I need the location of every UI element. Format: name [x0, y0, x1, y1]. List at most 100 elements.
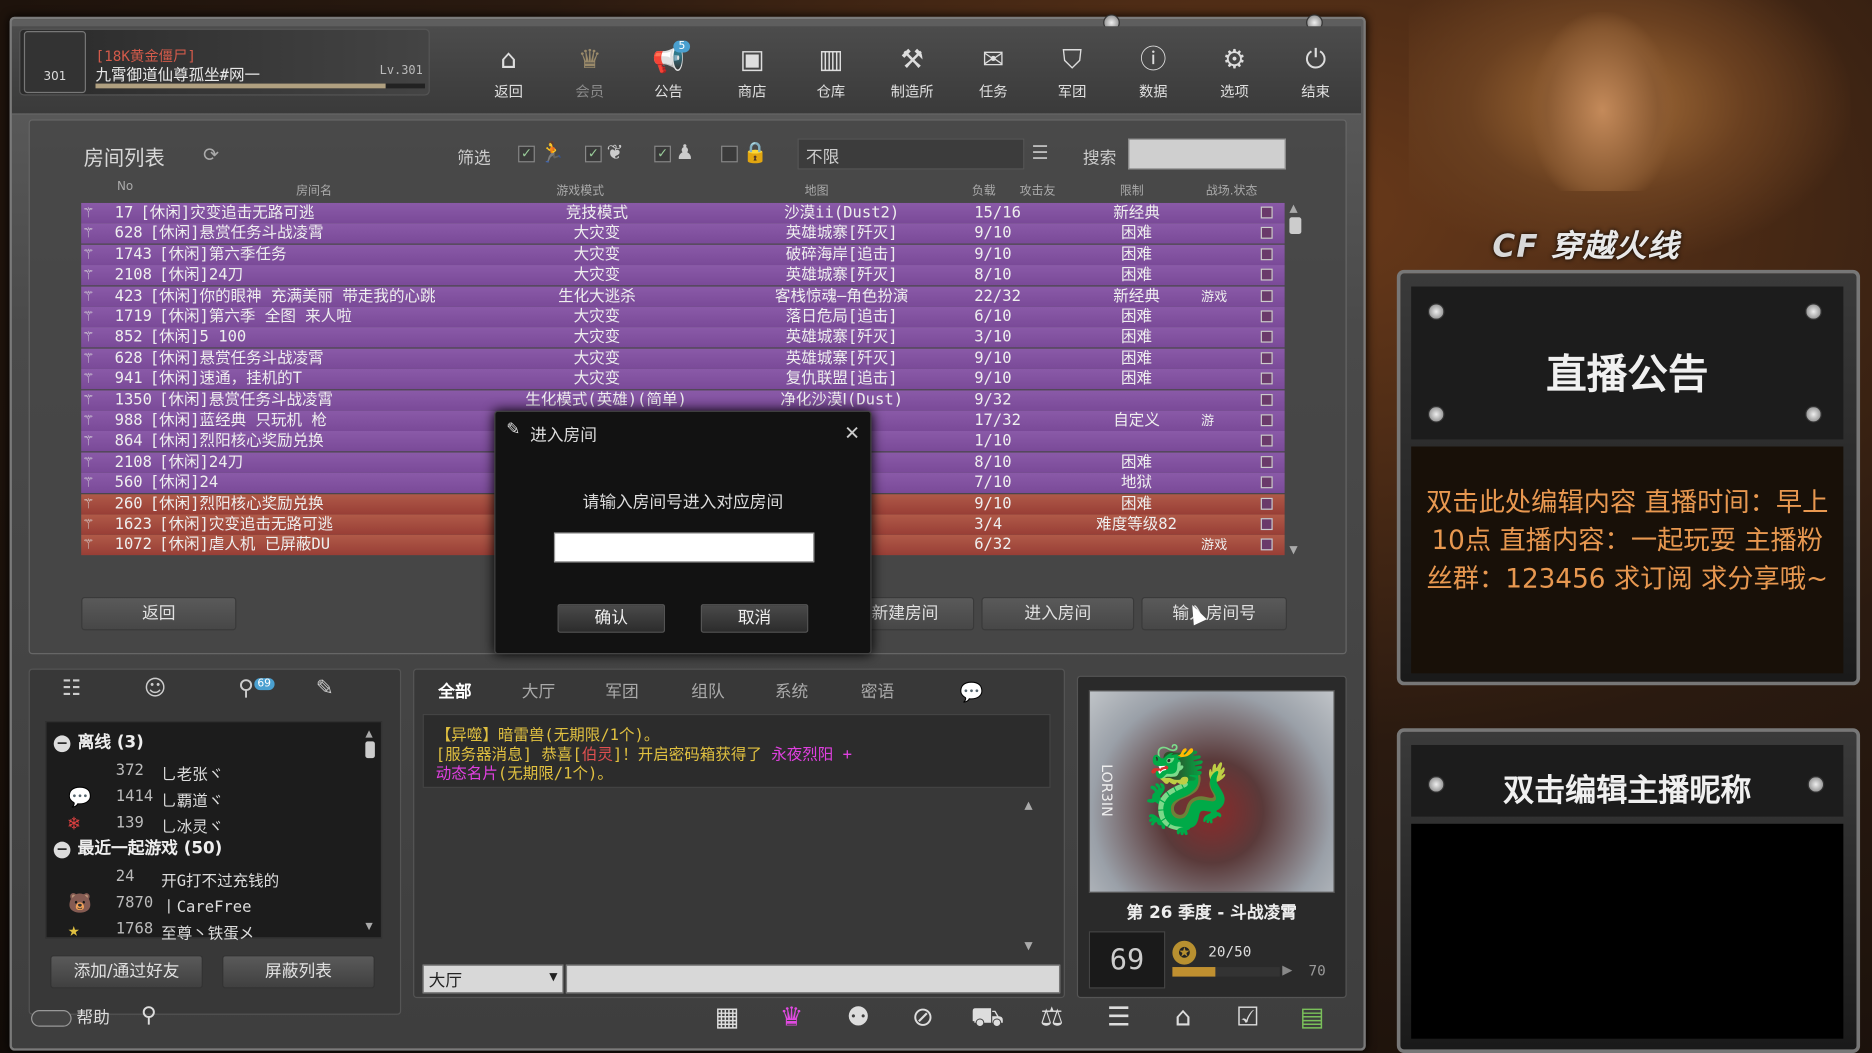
nav-home-button[interactable]: ⌂ 返回	[475, 45, 542, 105]
cancel-button[interactable]: 取消	[700, 604, 809, 633]
room-select-checkbox[interactable]	[1260, 310, 1273, 323]
sliders-icon[interactable]: ☰	[1032, 141, 1049, 164]
chat-scroll-up-icon[interactable]: ▲	[1024, 800, 1032, 812]
block-list-button[interactable]: 屏蔽列表	[222, 955, 375, 989]
chat-tab[interactable]: 系统	[750, 678, 834, 707]
nav-data-button[interactable]: ⓘ 数据	[1120, 45, 1187, 105]
table-row[interactable]: ⚚ 1743 [休闲]第六季任务 大灾变 破碎海岸[追击] 9/10 困难	[81, 244, 1285, 265]
table-row[interactable]: ⚚ 852 [休闲]5 100 大灾变 英雄城寨[歼灭] 3/10 困难	[81, 327, 1285, 348]
room-select-checkbox[interactable]	[1260, 435, 1273, 447]
scale-icon[interactable]: ⚖	[1034, 1003, 1070, 1036]
nav-clan-button[interactable]: ⛉ 军团	[1039, 45, 1106, 105]
list-item[interactable]: 💬 1414 乚覇道ヾ	[47, 783, 367, 811]
room-select-checkbox[interactable]	[1260, 455, 1273, 468]
filter-checkbox-locked[interactable]	[721, 145, 738, 163]
compass-icon[interactable]: ⊘	[905, 1003, 941, 1036]
refresh-icon[interactable]: ⟳	[203, 143, 219, 166]
chat-channel-select[interactable]: 大厅 ▼	[422, 964, 564, 994]
nav-crown-button[interactable]: ♛ 会员	[556, 45, 623, 105]
table-row[interactable]: ⚚ 628 [休闲]悬赏任务斗战凌霄 大灾变 英雄城寨[歼灭] 9/10 困难	[81, 223, 1285, 245]
table-row[interactable]: ⚚ 423 [休闲]你的眼神 充满美丽 带走我的心跳 生化大逃杀 客栈惊魂—角色扮演 22…	[81, 286, 1285, 307]
edit-icon[interactable]: ✎	[298, 676, 351, 707]
table-row[interactable]: ⚚ 1719 [休闲]第六季 全图 来人啦 大灾变 落日危局[追击] 6/10 困难	[81, 306, 1285, 328]
list-icon[interactable]: ☷	[45, 676, 98, 707]
house-icon[interactable]: ⌂	[1165, 1003, 1201, 1036]
enter-room-number-button[interactable]: 输入房间号	[1141, 596, 1288, 631]
calendar-icon[interactable]: ▦	[709, 1003, 745, 1036]
room-select-checkbox[interactable]	[1260, 248, 1273, 261]
chat-input[interactable]	[565, 964, 1061, 994]
scroll-up-icon[interactable]: ▲	[365, 728, 375, 739]
friend-group-header[interactable]: − 离线 (3)	[53, 729, 364, 753]
check-calendar-icon[interactable]: ☑	[1230, 1003, 1266, 1036]
limit-select[interactable]: 不限	[797, 138, 1025, 170]
nav-craft-button[interactable]: ⚒ 制造所	[879, 45, 946, 105]
table-row[interactable]: ⚚ 2108 [休闲]24刀 大灾变 英雄城寨[歼灭] 8/10 困难	[81, 265, 1285, 286]
room-search-input[interactable]	[1128, 138, 1286, 170]
room-select-checkbox[interactable]	[1260, 393, 1273, 406]
scroll-down-icon[interactable]: ▼	[365, 920, 372, 931]
scroll-thumb[interactable]	[365, 741, 375, 759]
character-icon[interactable]: ⚉	[840, 1003, 876, 1036]
chat-bubble-icon[interactable]: 💬	[960, 681, 989, 704]
room-select-checkbox[interactable]	[1260, 518, 1273, 531]
list-item[interactable]: ★ 1768 至尊丶铁蛋メ	[47, 916, 367, 943]
table-row[interactable]: ⚚ 941 [休闲]速通，挂机的T 大灾变 复仇联盟[追击] 9/10 困难	[81, 369, 1285, 390]
chat-tab[interactable]: 大厅	[497, 678, 581, 707]
room-list-scrollbar[interactable]: ▲ ▼	[1289, 203, 1302, 556]
list-item[interactable]: 🐻 7870 丨CareFree	[47, 889, 367, 917]
table-row[interactable]: ⚚ 17 [休闲]灾变追击无路可逃 竞技模式 沙漠ii(Dust2) 15/16 新经典	[81, 202, 1285, 224]
add-friend-button[interactable]: 添加/通过好友	[50, 955, 203, 989]
collapse-icon[interactable]: −	[53, 841, 71, 859]
friends-search-icon[interactable]: ⚲ 69	[220, 676, 275, 707]
nav-gear-button[interactable]: ⚙ 选项	[1201, 45, 1268, 105]
close-icon[interactable]: ✕	[844, 421, 860, 444]
chat-tab[interactable]: 全部	[413, 678, 497, 707]
mall-icon[interactable]: ♛	[774, 1003, 810, 1036]
room-number-input[interactable]	[553, 532, 815, 563]
scroll-up-icon[interactable]: ▲	[1289, 203, 1301, 215]
room-select-checkbox[interactable]	[1260, 268, 1273, 281]
cart-icon[interactable]: ⛟	[969, 1003, 1005, 1036]
chat-tab[interactable]: 密语	[836, 678, 920, 707]
room-select-checkbox[interactable]	[1260, 351, 1273, 364]
list-item[interactable]: ❄ 139 乚冰灵ヾ	[47, 809, 367, 837]
friends-scrollbar[interactable]: ▲ ▼	[365, 728, 375, 931]
help-toggle[interactable]: 帮助	[31, 1005, 110, 1029]
room-select-checkbox[interactable]	[1260, 372, 1273, 385]
group-icon[interactable]: ☺	[129, 676, 182, 707]
checklist-icon[interactable]: ☰	[1101, 1003, 1137, 1036]
chat-tab[interactable]: 组队	[666, 678, 750, 707]
room-select-checkbox[interactable]	[1260, 414, 1273, 427]
room-select-checkbox[interactable]	[1260, 206, 1273, 219]
room-select-checkbox[interactable]	[1260, 289, 1273, 302]
filter-checkbox-waiting[interactable]: ✓	[654, 145, 671, 163]
nav-power-button[interactable]: ⏻ 结束	[1282, 45, 1349, 105]
list-item[interactable]: 372 乚老张ヾ	[47, 757, 367, 785]
table-row[interactable]: ⚚ 1350 [休闲]悬赏任务斗战凌霄 生化模式(英雄)(简单) 净化沙漠Ⅰ(Dust)…	[81, 389, 1285, 411]
enter-room-button[interactable]: 进入房间	[981, 596, 1135, 631]
table-row[interactable]: ⚚ 628 [休闲]悬赏任务斗战凌霄 大灾变 英雄城寨[歼灭] 9/10 困难	[81, 348, 1285, 369]
room-select-checkbox[interactable]	[1260, 497, 1273, 510]
room-select-checkbox[interactable]	[1260, 538, 1273, 551]
confirm-button[interactable]: 确认	[557, 604, 665, 633]
nav-shop-button[interactable]: ▣ 商店	[719, 45, 786, 105]
back-button[interactable]: 返回	[81, 596, 237, 631]
chat-scroll-down-icon[interactable]: ▼	[1024, 941, 1032, 953]
friend-group-header[interactable]: − 最近一起游戏 (50)	[53, 836, 364, 860]
nav-megaphone-button[interactable]: 📢 公告 5	[635, 40, 702, 105]
filter-checkbox-team[interactable]: ✓	[585, 145, 602, 163]
room-select-checkbox[interactable]	[1260, 227, 1273, 240]
nav-mission-button[interactable]: ✉ 任务	[960, 45, 1027, 105]
list-item[interactable]: 24 开G打不过充钱的	[47, 863, 367, 891]
scroll-down-icon[interactable]: ▼	[1289, 544, 1297, 556]
filter-checkbox-solo[interactable]: ✓	[518, 145, 535, 163]
ticket-icon[interactable]: ▤	[1294, 1003, 1330, 1036]
search-icon[interactable]: ⚲	[141, 1003, 157, 1028]
nav-storage-button[interactable]: ▥ 仓库	[798, 45, 865, 105]
chat-tab[interactable]: 军团	[580, 678, 664, 707]
room-select-checkbox[interactable]	[1260, 476, 1273, 489]
scroll-thumb[interactable]	[1289, 217, 1302, 235]
room-select-checkbox[interactable]	[1260, 331, 1273, 344]
collapse-icon[interactable]: −	[53, 735, 71, 753]
